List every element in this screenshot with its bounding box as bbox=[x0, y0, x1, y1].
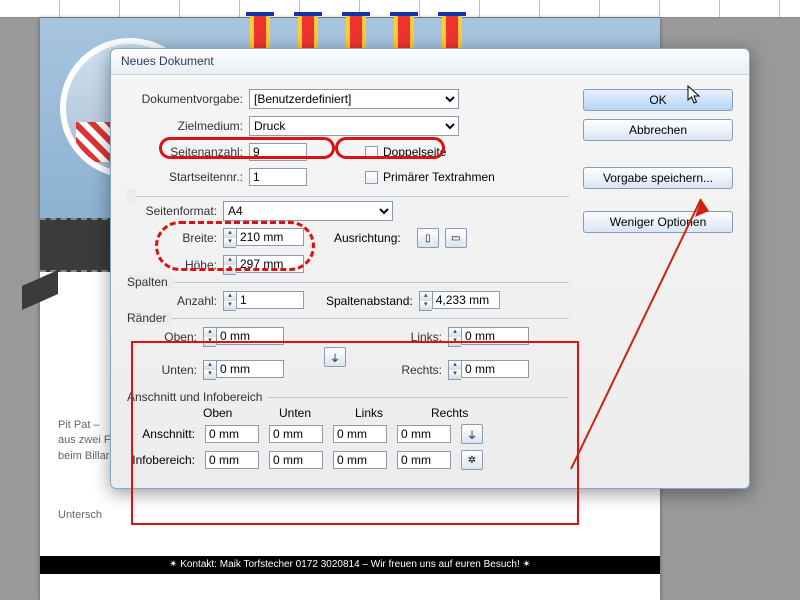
label-intent: Zielmedium: bbox=[127, 119, 243, 133]
label-preset: Dokumentvorgabe: bbox=[127, 92, 243, 106]
label-pages: Seitenanzahl: bbox=[127, 145, 243, 159]
spin-down-icon[interactable]: ▾ bbox=[224, 238, 236, 247]
height-input[interactable] bbox=[236, 255, 304, 273]
pages-input[interactable] bbox=[249, 143, 307, 161]
label-bottom: Unten: bbox=[127, 363, 197, 377]
primary-label: Primärer Textrahmen bbox=[383, 170, 495, 184]
slug-right[interactable] bbox=[397, 451, 451, 469]
new-document-dialog: Neues Dokument Dokumentvorgabe: [Benutze… bbox=[110, 48, 750, 489]
spin-up-icon[interactable]: ▴ bbox=[224, 229, 236, 238]
margin-left-input[interactable] bbox=[461, 327, 529, 345]
dialog-form: Dokumentvorgabe: [Benutzerdefiniert] Zie… bbox=[127, 89, 569, 470]
bleed-heading: Anschnitt und Infobereich bbox=[127, 390, 268, 404]
columns-heading: Spalten bbox=[127, 275, 174, 289]
save-preset-button[interactable]: Vorgabe speichern... bbox=[583, 167, 733, 189]
dialog-title: Neues Dokument bbox=[111, 49, 749, 75]
columns-input[interactable] bbox=[236, 291, 304, 309]
preset-select[interactable]: [Benutzerdefiniert] bbox=[249, 89, 459, 109]
label-pagesize: Seitenformat: bbox=[127, 204, 217, 218]
slug-bottom[interactable] bbox=[269, 451, 323, 469]
margin-bottom-input[interactable] bbox=[216, 360, 284, 378]
label-pagesize bbox=[127, 189, 136, 203]
width-input[interactable] bbox=[236, 228, 304, 246]
orientation-portrait-icon[interactable]: ▯ bbox=[417, 228, 439, 248]
margin-top-input[interactable] bbox=[216, 327, 284, 345]
orientation-landscape-icon[interactable]: ▭ bbox=[445, 228, 467, 248]
primary-frame-checkbox[interactable]: Primärer Textrahmen bbox=[365, 170, 495, 184]
spin-down-icon[interactable]: ▾ bbox=[224, 265, 236, 274]
label-width: Breite: bbox=[127, 231, 217, 245]
bleed-headers: ObenUntenLinksRechts bbox=[203, 406, 569, 420]
margins-heading: Ränder bbox=[127, 311, 172, 325]
startpage-input[interactable] bbox=[249, 168, 307, 186]
slug-top[interactable] bbox=[205, 451, 259, 469]
facing-label: Doppelseite bbox=[383, 145, 446, 159]
slug-left[interactable] bbox=[333, 451, 387, 469]
label-orientation: Ausrichtung: bbox=[334, 231, 401, 245]
gutter-input[interactable] bbox=[432, 291, 500, 309]
checkbox-icon bbox=[365, 171, 378, 184]
label-top: Oben: bbox=[127, 330, 197, 344]
bleed-top[interactable] bbox=[205, 425, 259, 443]
label-slug: Infobereich: bbox=[127, 453, 195, 467]
bleed-left[interactable] bbox=[333, 425, 387, 443]
page-footer: ✴ Kontakt: Maik Torfstecher 0172 3020814… bbox=[40, 556, 660, 574]
label-left: Links: bbox=[386, 330, 442, 344]
link-margins-icon[interactable]: ⏚ bbox=[324, 347, 346, 367]
label-right: Rechts: bbox=[386, 363, 442, 377]
label-start: Startseitennr.: bbox=[127, 170, 243, 184]
label-colcount: Anzahl: bbox=[127, 294, 217, 308]
label-bleed: Anschnitt: bbox=[127, 427, 195, 441]
label-height: Höhe: bbox=[127, 258, 217, 272]
link-slug-icon[interactable]: ✲ bbox=[461, 450, 483, 470]
facing-pages-checkbox[interactable]: Doppelseite bbox=[365, 145, 446, 159]
app-canvas: Pit Pat – aus zwei F beim Billar Untersc… bbox=[0, 0, 800, 600]
label-gutter: Spaltenabstand: bbox=[326, 294, 413, 308]
intent-select[interactable]: Druck bbox=[249, 116, 459, 136]
fewer-options-button[interactable]: Weniger Optionen bbox=[583, 211, 733, 233]
bleed-right[interactable] bbox=[397, 425, 451, 443]
ok-button[interactable]: OK bbox=[583, 89, 733, 111]
checkbox-icon bbox=[365, 146, 378, 159]
bleed-bottom[interactable] bbox=[269, 425, 323, 443]
pagesize-select[interactable]: A4 bbox=[223, 201, 393, 221]
spin-up-icon[interactable]: ▴ bbox=[224, 256, 236, 265]
side-paragraph-2: Untersch bbox=[58, 508, 158, 523]
margin-right-input[interactable] bbox=[461, 360, 529, 378]
link-bleed-icon[interactable]: ⏚ bbox=[461, 424, 483, 444]
cancel-button[interactable]: Abbrechen bbox=[583, 119, 733, 141]
